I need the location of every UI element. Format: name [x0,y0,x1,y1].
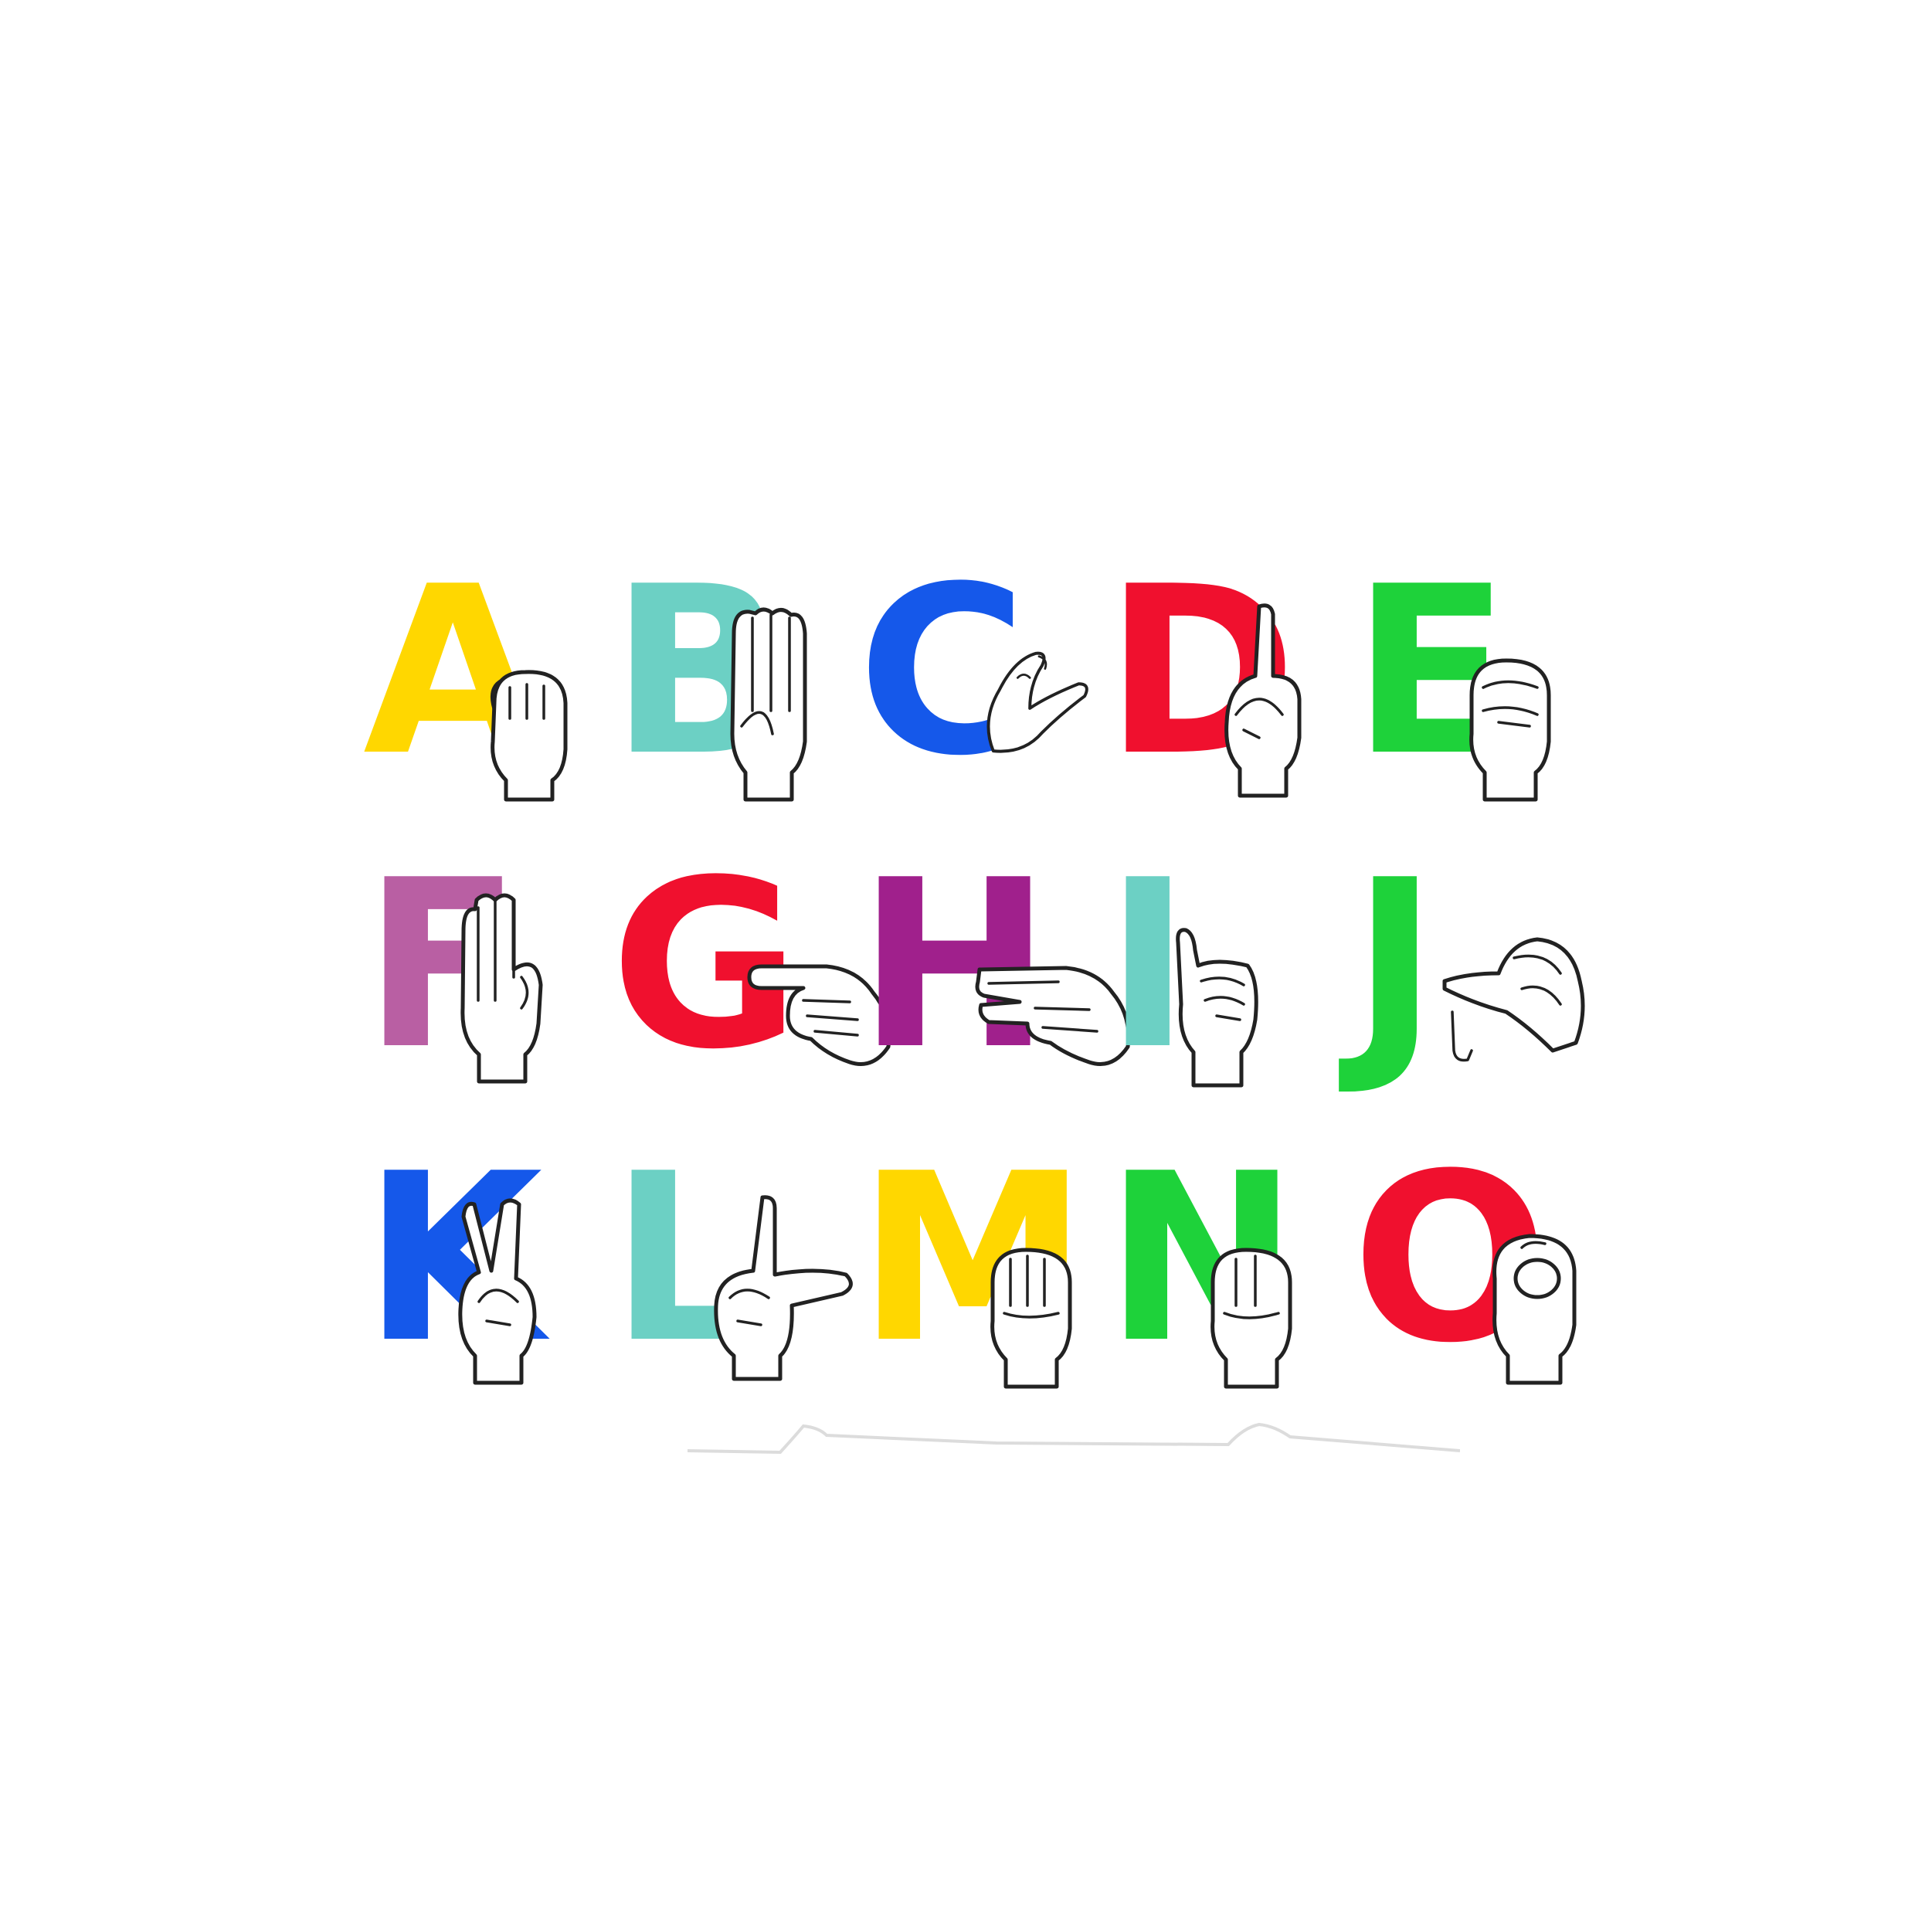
three-fingers-up-icon [452,885,552,1084]
o-shape-hand-icon [1483,1224,1584,1387]
letter-cell-e: E [1344,556,1591,802]
fist-n-icon [1201,1236,1302,1390]
letter-cell-c: C [850,556,1097,788]
letter-cell-j: J [1344,850,1591,1081]
letter-j: J [1352,830,1438,1100]
letter-cell-b: B [603,556,850,802]
letter-cell-o: O [1344,1143,1591,1385]
letter-cell-a: A [355,556,603,802]
letter-cell-i: I [1097,850,1344,1088]
letter-cell-f: F [355,850,603,1084]
curled-fist-icon [1460,649,1560,802]
letter-cell-k: K [355,1143,603,1385]
alphabet-grid: A B C D E F G H I J K L M N O [355,556,1591,1437]
letter-cell-l: L [603,1143,853,1381]
index-up-hand-icon [1213,599,1313,798]
fist-thumb-side-icon [479,657,579,803]
l-shape-hand-icon [707,1190,861,1383]
flat-hand-icon [718,603,819,802]
pinky-j-motion-icon [1437,927,1591,1081]
letter-cell-g: G [603,850,891,1081]
shadow-strip-decoration [688,1422,1460,1455]
fist-m-icon [981,1236,1081,1390]
letter-cell-d: D [1097,556,1344,798]
pinky-up-icon [1170,919,1263,1089]
letter-cell-m: M [850,1143,1097,1389]
letter-cell-n: N [1097,1143,1344,1389]
c-curve-hand-icon [966,641,1112,757]
letter-cell-h: H [850,850,1131,1081]
k-two-fingers-icon [448,1186,548,1385]
